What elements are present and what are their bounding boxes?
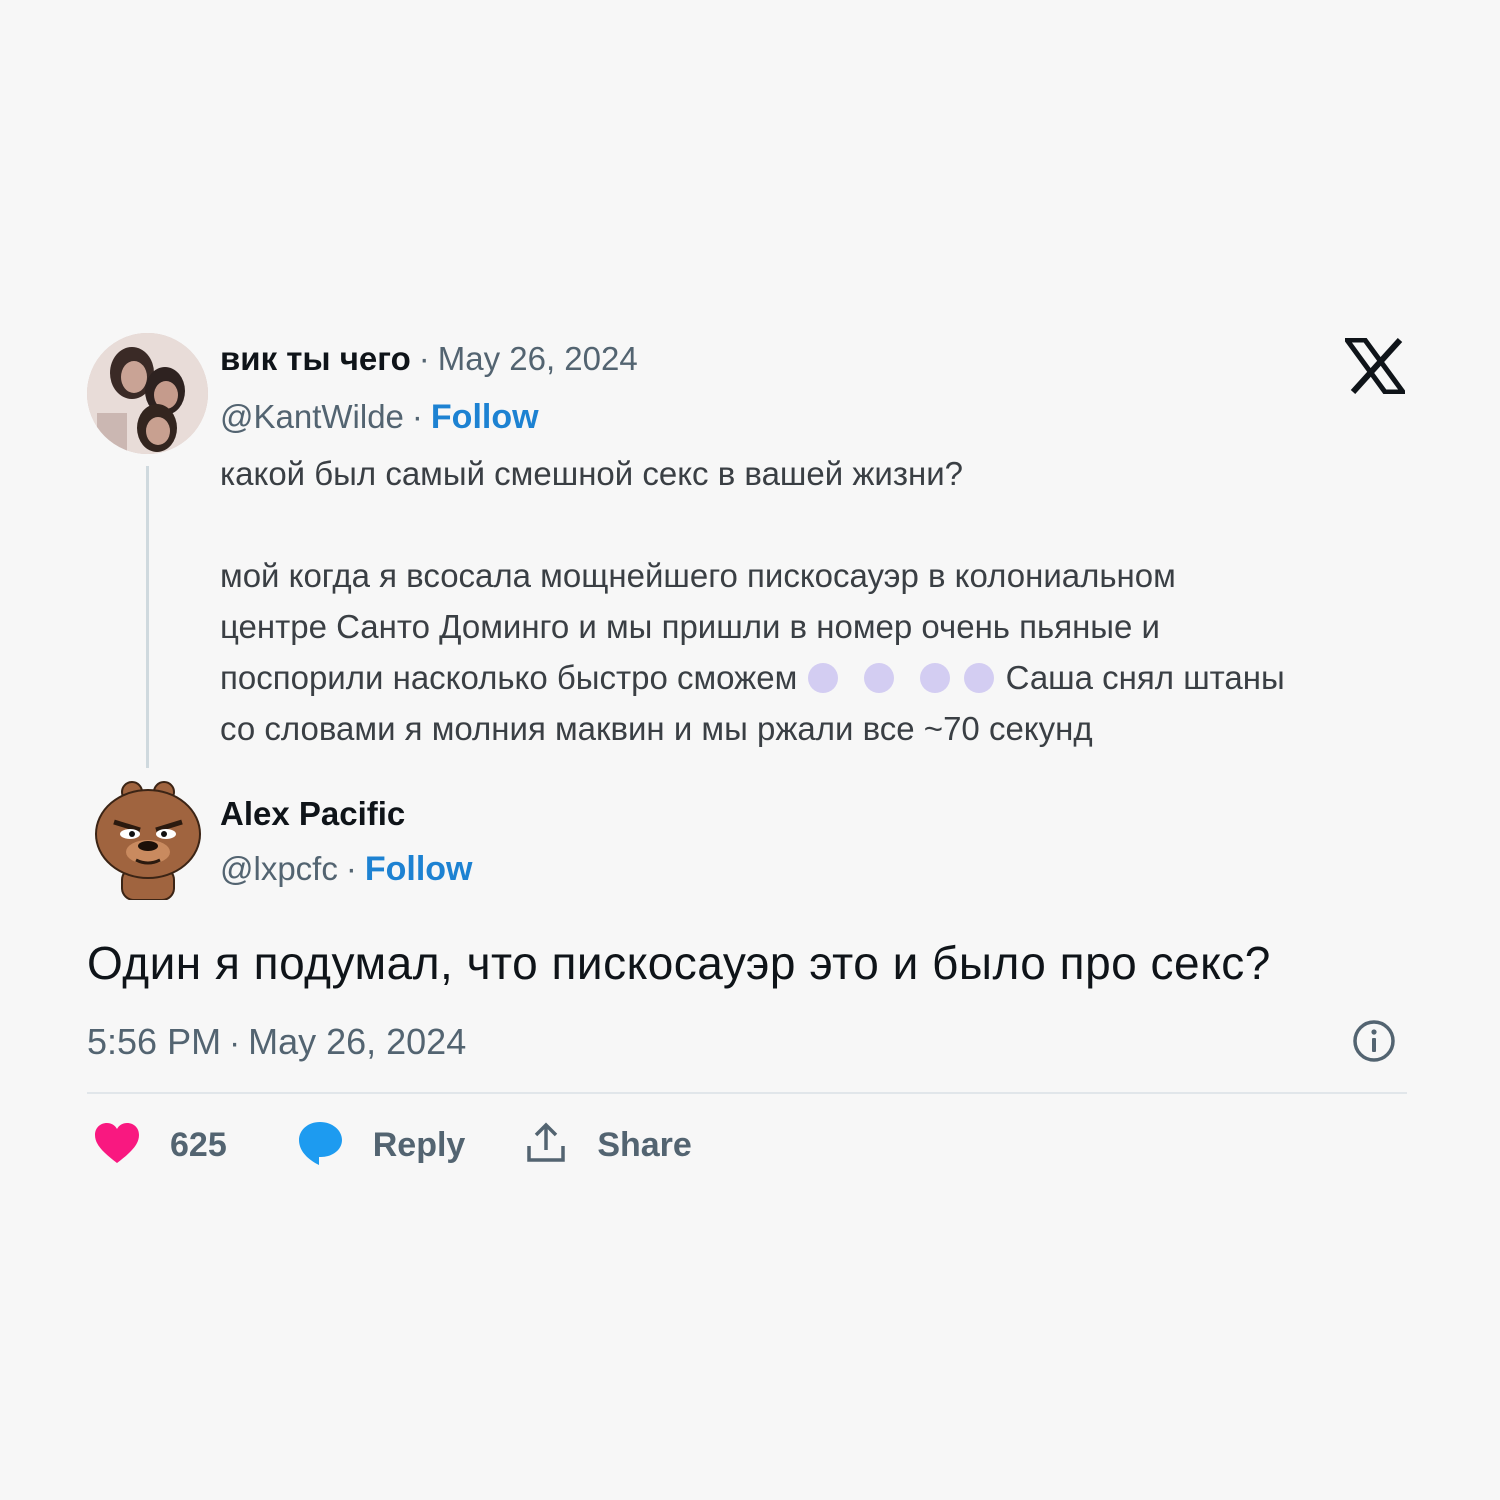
parent-handle-row: @KantWilde · Follow — [220, 398, 539, 437]
parent-header: вик ты чего · May 26, 2024 — [220, 340, 638, 378]
tweet-date: May 26, 2024 — [248, 1021, 467, 1062]
reply-button[interactable]: Reply — [297, 1120, 466, 1171]
parent-text-fragment: поспорили насколько быстро сможем — [220, 659, 798, 696]
parent-text-line: поспорили насколько быстро сможем Саша с… — [220, 652, 1420, 703]
parent-date[interactable]: May 26, 2024 — [438, 340, 638, 378]
parent-text-line: со словами я молния маквин и мы ржали вс… — [220, 710, 1093, 747]
reply-avatar[interactable] — [92, 778, 204, 900]
thread-line — [146, 466, 149, 768]
spoiler-blur[interactable] — [964, 663, 995, 693]
info-icon[interactable] — [1351, 1018, 1397, 1064]
reply-handle[interactable]: @lxpcfc — [220, 850, 338, 888]
separator-dot: · — [418, 340, 430, 377]
tweet-card: вик ты чего · May 26, 2024 @KantWilde · … — [0, 0, 1500, 1500]
tweet-timestamp[interactable]: 5:56 PM · May 26, 2024 — [87, 1021, 466, 1063]
parent-text-line: мой когда я всосала мощнейшего пискосауэ… — [220, 557, 1176, 594]
share-icon — [525, 1122, 567, 1169]
comment-bubble-icon — [297, 1120, 343, 1171]
parent-text-line: какой был самый смешной секс в вашей жиз… — [220, 455, 963, 492]
parent-text-line: центре Санто Доминго и мы пришли в номер… — [220, 608, 1160, 645]
separator-dot: · — [411, 398, 423, 435]
spoiler-blur[interactable] — [808, 663, 839, 693]
share-label: Share — [597, 1126, 692, 1164]
share-button[interactable]: Share — [525, 1122, 692, 1169]
reply-display-name[interactable]: Alex Pacific — [220, 795, 405, 833]
separator-dot: · — [345, 850, 357, 887]
separator-dot: · — [229, 1024, 241, 1061]
spoiler-blur[interactable] — [864, 663, 895, 693]
reply-tweet-text: Один я подумал, что пискосауэр это и был… — [87, 937, 1271, 989]
heart-icon — [94, 1122, 140, 1169]
parent-handle[interactable]: @KantWilde — [220, 398, 404, 436]
divider — [87, 1092, 1407, 1094]
tweet-time: 5:56 PM — [87, 1021, 222, 1062]
reply-handle-row: @lxpcfc · Follow — [220, 850, 473, 889]
parent-display-name[interactable]: вик ты чего — [220, 340, 411, 378]
like-button[interactable]: 625 — [94, 1122, 227, 1169]
action-bar: 625 Reply Share — [94, 1120, 752, 1171]
spoiler-blur[interactable] — [920, 663, 951, 693]
like-count: 625 — [170, 1126, 227, 1164]
parent-follow-button[interactable]: Follow — [431, 398, 539, 437]
reply-follow-button[interactable]: Follow — [365, 850, 473, 889]
reply-label: Reply — [372, 1126, 466, 1164]
x-logo-icon[interactable] — [1342, 337, 1408, 395]
reply-header: Alex Pacific — [220, 795, 405, 833]
parent-avatar[interactable] — [87, 333, 208, 454]
parent-text-fragment: Саша снял штаны — [1005, 659, 1285, 696]
parent-tweet-text: какой был самый смешной секс в вашей жиз… — [220, 448, 1420, 754]
